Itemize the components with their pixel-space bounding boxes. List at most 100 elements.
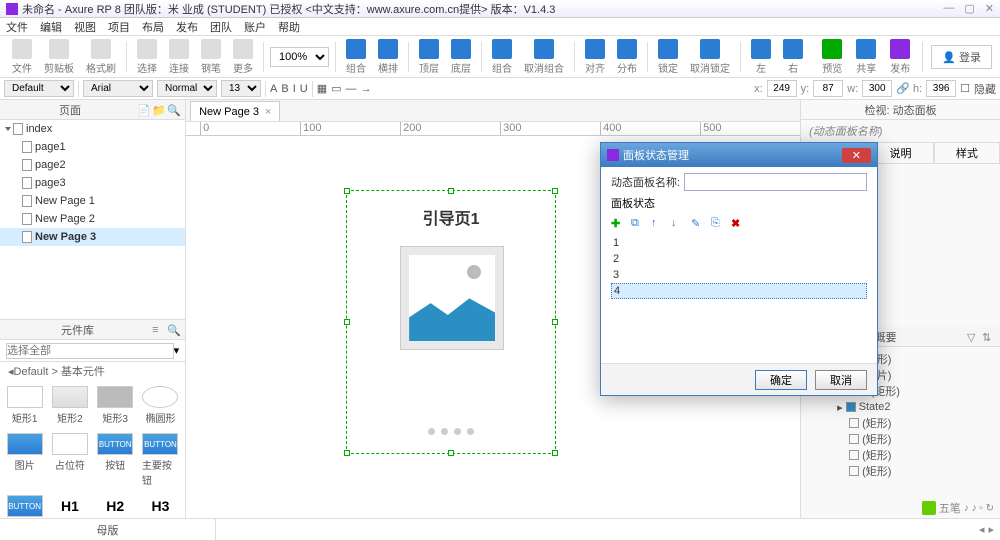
tool-preview[interactable]: 预览 bbox=[818, 39, 846, 75]
outline-row[interactable]: (矩形) bbox=[809, 463, 992, 479]
tool-g4[interactable]: 组合 bbox=[488, 39, 516, 75]
size-select[interactable]: 13 bbox=[221, 80, 261, 97]
dynamic-panel-selection[interactable]: 引导页1 bbox=[346, 190, 556, 454]
tool-g5[interactable]: 取消组合 bbox=[520, 39, 568, 75]
tool-g8[interactable]: 锁定 bbox=[654, 39, 682, 75]
panel-name-field[interactable]: (动态面板名称) bbox=[801, 120, 1000, 142]
tool-g2[interactable]: 顶层 bbox=[415, 39, 443, 75]
widget-item[interactable]: BUTTON链接按钮 bbox=[4, 493, 45, 518]
menu-view[interactable]: 视图 bbox=[74, 19, 96, 35]
widget-item[interactable]: BUTTON按钮 bbox=[95, 431, 136, 489]
menu-edit[interactable]: 编辑 bbox=[40, 19, 62, 35]
maximize-icon[interactable]: ▢ bbox=[964, 2, 974, 15]
dialog-titlebar[interactable]: 面板状态管理 ✕ bbox=[601, 143, 877, 167]
tool-share[interactable]: 共享 bbox=[852, 39, 880, 75]
state-item[interactable]: 3 bbox=[611, 267, 867, 283]
dialog-close-icon[interactable]: ✕ bbox=[842, 148, 871, 163]
menu-file[interactable]: 文件 bbox=[6, 19, 28, 35]
hide-checkbox[interactable]: ☐ bbox=[960, 82, 970, 95]
delete-state-icon[interactable]: ✖ bbox=[731, 217, 743, 229]
tool-g11[interactable]: 右 bbox=[779, 39, 807, 75]
tool-g6[interactable]: 对齐 bbox=[581, 39, 609, 75]
widget-item[interactable]: 矩形1 bbox=[4, 384, 45, 427]
minimize-icon[interactable]: — bbox=[943, 2, 954, 15]
tool-pen[interactable]: 钢笔 bbox=[197, 39, 225, 75]
arrow-icon[interactable]: → bbox=[361, 83, 372, 95]
add-page-icon[interactable]: 📄 bbox=[137, 104, 149, 116]
widget-item[interactable]: 椭圆形 bbox=[140, 384, 181, 427]
italic-icon[interactable]: I bbox=[293, 83, 296, 95]
add-state-icon[interactable]: ✚ bbox=[611, 217, 623, 229]
sort-icon[interactable]: ⇅ bbox=[982, 331, 994, 343]
border-icon[interactable]: ▭ bbox=[331, 82, 341, 95]
widget-item[interactable]: H1一级标题 bbox=[49, 493, 90, 518]
tool-select[interactable]: 选择 bbox=[133, 39, 161, 75]
widget-item[interactable]: BUTTON主要按钮 bbox=[140, 431, 181, 489]
state-item-selected[interactable]: 4 bbox=[611, 283, 867, 299]
tree-row[interactable]: page1 bbox=[0, 138, 185, 156]
tab-style[interactable]: 样式 bbox=[934, 142, 1000, 164]
duplicate-icon[interactable]: ⧉ bbox=[631, 217, 643, 229]
close-icon[interactable]: ✕ bbox=[985, 2, 994, 15]
state-item[interactable]: 1 bbox=[611, 235, 867, 251]
style-select[interactable]: Default bbox=[4, 80, 74, 97]
menu-team[interactable]: 团队 bbox=[210, 19, 232, 35]
add-folder-icon[interactable]: 📁 bbox=[152, 104, 164, 116]
filter-icon[interactable]: ▽ bbox=[967, 331, 979, 343]
outline-row[interactable]: (矩形) bbox=[809, 447, 992, 463]
outline-row[interactable]: ▸State2 bbox=[809, 399, 992, 415]
underline-icon[interactable]: U bbox=[300, 83, 308, 95]
panel-name-input[interactable] bbox=[684, 173, 867, 191]
tool-g1[interactable]: 横排 bbox=[374, 39, 402, 75]
menu-help[interactable]: 帮助 bbox=[278, 19, 300, 35]
zoom-select[interactable]: 100% bbox=[270, 47, 329, 67]
tool-file[interactable]: 文件 bbox=[8, 39, 36, 75]
menu-project[interactable]: 项目 bbox=[108, 19, 130, 35]
login-button[interactable]: 👤 登录 bbox=[931, 45, 992, 69]
color-icon[interactable]: A bbox=[270, 83, 277, 95]
tool-format[interactable]: 格式刷 bbox=[82, 39, 120, 75]
tool-g10[interactable]: 左 bbox=[747, 39, 775, 75]
tool-g7[interactable]: 分布 bbox=[613, 39, 641, 75]
line-icon[interactable]: — bbox=[346, 83, 357, 95]
search-icon[interactable]: 🔍 bbox=[167, 104, 179, 116]
down-icon[interactable]: ↓ bbox=[671, 217, 683, 229]
x-input[interactable] bbox=[767, 80, 797, 97]
file-tab[interactable]: New Page 3× bbox=[190, 101, 280, 121]
outline-row[interactable]: (矩形) bbox=[809, 431, 992, 447]
widget-item[interactable]: 矩形2 bbox=[49, 384, 90, 427]
tree-row[interactable]: New Page 2 bbox=[0, 210, 185, 228]
edit-icon[interactable]: ✎ bbox=[691, 217, 703, 229]
tool-g3[interactable]: 底层 bbox=[447, 39, 475, 75]
fill-icon[interactable]: ▦ bbox=[317, 82, 327, 95]
widget-item[interactable]: 图片 bbox=[4, 431, 45, 489]
menu-account[interactable]: 账户 bbox=[244, 19, 266, 35]
tool-clipboard[interactable]: 剪贴板 bbox=[40, 39, 78, 75]
tree-row[interactable]: New Page 1 bbox=[0, 192, 185, 210]
widget-item[interactable]: 矩形3 bbox=[95, 384, 136, 427]
ok-button[interactable]: 确定 bbox=[755, 370, 807, 390]
h-input[interactable] bbox=[926, 80, 956, 97]
tree-row-index[interactable]: index bbox=[0, 120, 185, 138]
font-select[interactable]: Arial bbox=[83, 80, 153, 97]
bold-icon[interactable]: B bbox=[281, 83, 288, 95]
tree-row[interactable]: page3 bbox=[0, 174, 185, 192]
menu-publish[interactable]: 发布 bbox=[176, 19, 198, 35]
lib-add-icon[interactable]: ≡ bbox=[152, 324, 164, 336]
library-breadcrumb[interactable]: ◂ Default > 基本元件 bbox=[0, 362, 185, 380]
widget-item[interactable]: H3三级标题 bbox=[140, 493, 181, 518]
state-item[interactable]: 2 bbox=[611, 251, 867, 267]
up-icon[interactable]: ↑ bbox=[651, 217, 663, 229]
tree-row-selected[interactable]: New Page 3 bbox=[0, 228, 185, 246]
outline-row[interactable]: (矩形) bbox=[809, 415, 992, 431]
y-input[interactable] bbox=[813, 80, 843, 97]
image-placeholder[interactable] bbox=[400, 246, 504, 350]
weight-select[interactable]: Normal bbox=[157, 80, 217, 97]
tool-more[interactable]: 更多 bbox=[229, 39, 257, 75]
tab-close-icon[interactable]: × bbox=[265, 106, 271, 118]
tool-publish[interactable]: 发布 bbox=[886, 39, 914, 75]
w-input[interactable] bbox=[862, 80, 892, 97]
tree-row[interactable]: page2 bbox=[0, 156, 185, 174]
menu-layout[interactable]: 布局 bbox=[142, 19, 164, 35]
tool-g0[interactable]: 组合 bbox=[342, 39, 370, 75]
